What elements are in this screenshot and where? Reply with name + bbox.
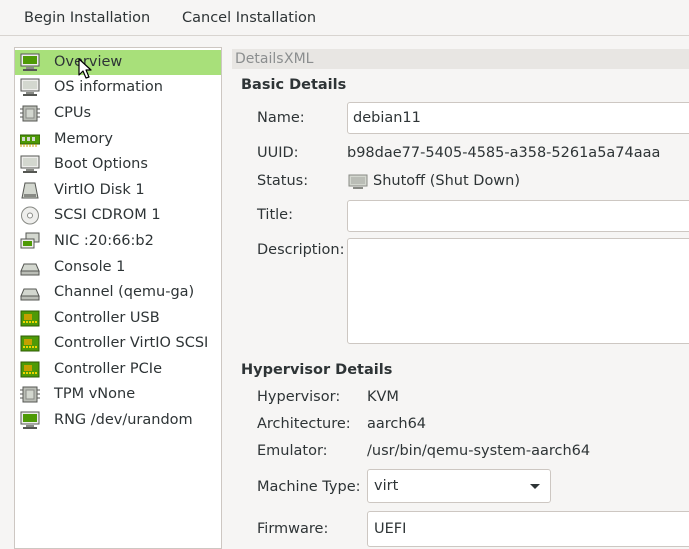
sidebar-item-label: NIC :20:66:b2 xyxy=(54,233,154,249)
controller-icon xyxy=(20,361,40,378)
sidebar-item-label: Controller PCIe xyxy=(54,361,162,377)
description-label: Description: xyxy=(257,242,345,258)
monitor-icon xyxy=(20,53,40,71)
architecture-label: Architecture: xyxy=(257,416,351,432)
sidebar-item-memory[interactable]: Memory xyxy=(15,127,221,152)
cpu-icon xyxy=(20,105,40,122)
hypervisor-label: Hypervisor: xyxy=(257,389,341,405)
sidebar-item-rng[interactable]: RNG /dev/urandom xyxy=(15,408,221,433)
sidebar-item-scsi-cdrom[interactable]: SCSI CDROM 1 xyxy=(15,203,221,228)
sidebar-item-label: Console 1 xyxy=(54,259,126,275)
name-label: Name: xyxy=(257,110,305,126)
sidebar-item-label: SCSI CDROM 1 xyxy=(54,207,161,223)
console-icon xyxy=(20,288,40,301)
sidebar-item-cpus[interactable]: CPUs xyxy=(15,101,221,126)
begin-installation-button[interactable]: Begin Installation xyxy=(14,0,160,36)
uuid-value: b98dae77-5405-4585-a358-5261a5a74aaa xyxy=(347,145,661,161)
sidebar-item-boot-options[interactable]: Boot Options xyxy=(15,152,221,177)
sidebar-item-label: OS information xyxy=(54,79,163,95)
dropdown-arrow-icon xyxy=(530,484,540,489)
disk-icon xyxy=(21,182,39,199)
sidebar-item-console[interactable]: Console 1 xyxy=(15,255,221,280)
sidebar-item-label: Memory xyxy=(54,131,113,147)
controller-icon xyxy=(20,310,40,327)
sidebar-item-label: Boot Options xyxy=(54,156,148,172)
mouse-cursor-icon xyxy=(78,58,92,79)
network-icon xyxy=(20,232,40,249)
description-field[interactable] xyxy=(347,238,689,344)
sidebar-item-label: Controller VirtIO SCSI xyxy=(54,335,209,351)
title-label: Title: xyxy=(257,207,293,223)
monitor-icon xyxy=(20,155,40,173)
title-field[interactable] xyxy=(347,200,689,232)
sidebar-item-os-information[interactable]: OS information xyxy=(15,75,221,100)
basic-details-heading: Basic Details xyxy=(241,77,347,93)
sidebar-item-label: Channel (qemu-ga) xyxy=(54,284,195,300)
sidebar-item-virtio-disk[interactable]: VirtIO Disk 1 xyxy=(15,178,221,203)
tab-xml[interactable]: XML xyxy=(284,49,313,69)
memory-icon xyxy=(20,134,40,147)
machine-type-label: Machine Type: xyxy=(257,479,361,495)
machine-type-dropdown[interactable]: virt xyxy=(367,469,551,503)
tab-details[interactable]: Details xyxy=(235,49,284,69)
tab-bar: Details XML xyxy=(232,49,689,69)
sidebar-item-channel[interactable]: Channel (qemu-ga) xyxy=(15,280,221,305)
emulator-label: Emulator: xyxy=(257,443,328,459)
name-field[interactable]: debian11 xyxy=(347,102,689,134)
sidebar-item-controller-usb[interactable]: Controller USB xyxy=(15,306,221,331)
monitor-icon xyxy=(20,411,40,429)
shutoff-status-icon xyxy=(348,174,368,189)
sidebar-item-label: CPUs xyxy=(54,105,92,121)
sidebar-item-label: VirtIO Disk 1 xyxy=(54,182,145,198)
cancel-installation-button[interactable]: Cancel Installation xyxy=(172,0,326,36)
status-label: Status: xyxy=(257,173,309,189)
sidebar-item-label: RNG /dev/urandom xyxy=(54,412,193,428)
controller-icon xyxy=(20,335,40,352)
uuid-label: UUID: xyxy=(257,145,299,161)
name-value: debian11 xyxy=(353,110,421,126)
hypervisor-value: KVM xyxy=(367,389,399,405)
toolbar: Begin Installation Cancel Installation xyxy=(0,0,689,36)
hypervisor-details-heading: Hypervisor Details xyxy=(241,362,393,378)
emulator-value: /usr/bin/qemu-system-aarch64 xyxy=(367,443,591,459)
firmware-dropdown[interactable]: UEFI xyxy=(367,511,689,547)
status-value: Shutoff (Shut Down) xyxy=(373,173,521,189)
machine-type-value: virt xyxy=(374,478,399,494)
hardware-list: Overview OS information CPUs Memory Boot… xyxy=(14,47,222,549)
sidebar-item-label: Controller USB xyxy=(54,310,160,326)
cpu-icon xyxy=(20,386,40,403)
sidebar-item-tpm[interactable]: TPM vNone xyxy=(15,382,221,407)
console-icon xyxy=(20,263,40,276)
firmware-value: UEFI xyxy=(374,521,407,537)
sidebar-item-nic[interactable]: NIC :20:66:b2 xyxy=(15,229,221,254)
sidebar-item-controller-virtio-scsi[interactable]: Controller VirtIO SCSI xyxy=(15,331,221,356)
architecture-value: aarch64 xyxy=(367,416,427,432)
cdrom-icon xyxy=(21,206,39,225)
sidebar-item-overview[interactable]: Overview xyxy=(15,50,221,75)
firmware-label: Firmware: xyxy=(257,521,329,537)
monitor-icon xyxy=(20,78,40,96)
sidebar-item-label: TPM vNone xyxy=(54,386,136,402)
sidebar-item-controller-pcie[interactable]: Controller PCIe xyxy=(15,357,221,382)
